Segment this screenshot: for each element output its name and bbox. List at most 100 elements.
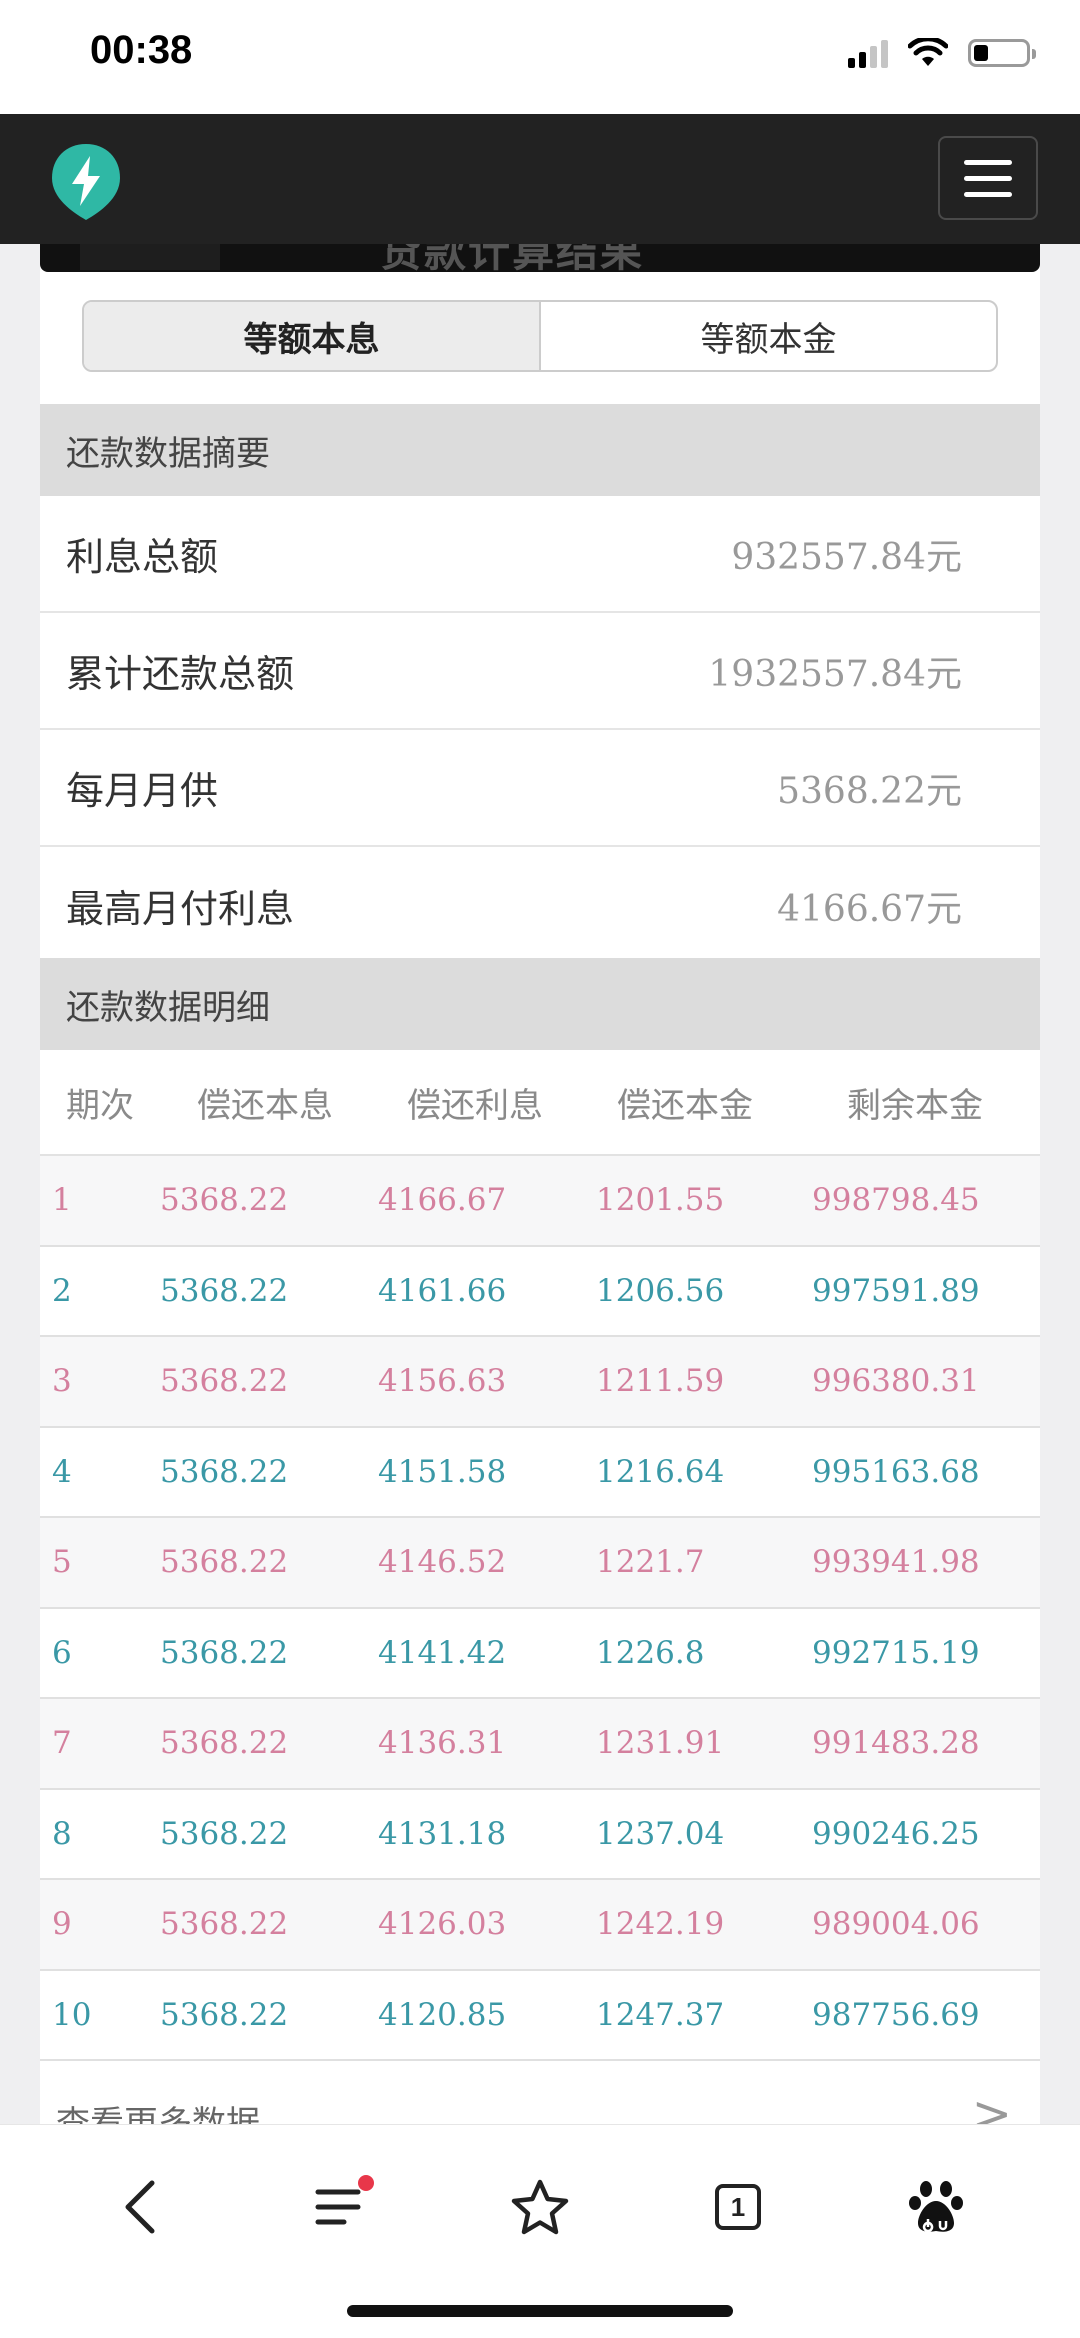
summary-value: 4166.67元 — [777, 888, 962, 930]
cell-principal: 1211.59 — [596, 1363, 725, 1400]
battery-icon — [968, 39, 1036, 67]
cell-payment: 5368.22 — [160, 1725, 289, 1762]
cell-principal: 1221.7 — [596, 1544, 705, 1581]
table-row: 9 5368.22 4126.03 1242.19 989004.06 — [40, 1880, 1040, 1971]
table-row: 4 5368.22 4151.58 1216.64 995163.68 — [40, 1427, 1040, 1518]
cell-period: 10 — [52, 1996, 92, 2033]
table-row: 8 5368.22 4131.18 1237.04 990246.25 — [40, 1789, 1040, 1880]
lightning-logo-icon[interactable] — [50, 142, 122, 222]
cell-payment: 5368.22 — [160, 1272, 289, 1309]
column-header-remaining: 剩余本金 — [847, 1085, 983, 1126]
summary-label: 每月月供 — [66, 769, 219, 813]
menu-list-button[interactable] — [302, 2167, 382, 2247]
cell-interest: 4156.63 — [378, 1363, 507, 1400]
cell-period: 8 — [52, 1815, 72, 1852]
cell-period: 3 — [52, 1363, 72, 1400]
tabs-icon: 1 — [715, 2184, 761, 2230]
cell-period: 4 — [52, 1453, 72, 1490]
notification-dot — [358, 2175, 374, 2191]
cell-remaining: 995163.68 — [812, 1453, 980, 1490]
cell-payment: 5368.22 — [160, 1363, 289, 1400]
hamburger-menu-button[interactable] — [938, 136, 1038, 220]
cell-payment: 5368.22 — [160, 1634, 289, 1671]
cell-principal: 1216.64 — [596, 1453, 725, 1490]
tab-equal-principal[interactable]: 等额本金 — [541, 302, 996, 370]
result-card: 贷款计算结果 等额本息 等额本金 还款数据摘要 利息总额 932557.84元 … — [40, 244, 1040, 2124]
cell-interest: 4120.85 — [378, 1996, 507, 2033]
status-time: 00:38 — [90, 28, 193, 72]
detail-header: 还款数据明细 — [40, 958, 1040, 1050]
status-icons — [848, 38, 1036, 68]
menu-line — [964, 175, 1012, 181]
summary-row-max-interest: 最高月付利息 4166.67元 — [40, 847, 1040, 964]
cell-principal: 1226.8 — [596, 1634, 705, 1671]
cell-remaining: 997591.89 — [812, 1272, 980, 1309]
back-button[interactable] — [100, 2167, 180, 2247]
view-more-label: 查看更多数据 — [56, 2104, 260, 2124]
cell-payment: 5368.22 — [160, 1906, 289, 1943]
cell-remaining: 989004.06 — [812, 1906, 980, 1943]
cell-payment: 5368.22 — [160, 1996, 289, 2033]
table-row: 3 5368.22 4156.63 1211.59 996380.31 — [40, 1337, 1040, 1428]
wifi-icon — [908, 38, 948, 66]
cell-remaining: 987756.69 — [812, 1996, 980, 2033]
top-navbar — [0, 114, 1080, 244]
column-header-payment: 偿还本息 — [197, 1085, 333, 1126]
menu-line — [964, 191, 1012, 197]
summary-row-monthly-payment: 每月月供 5368.22元 — [40, 730, 1040, 847]
cell-interest: 4161.66 — [378, 1272, 507, 1309]
cell-payment: 5368.22 — [160, 1182, 289, 1219]
cell-remaining: 992715.19 — [812, 1634, 980, 1671]
cell-principal: 1242.19 — [596, 1906, 725, 1943]
star-icon — [511, 2179, 569, 2235]
bookmark-button[interactable] — [500, 2167, 580, 2247]
summary-value: 5368.22元 — [777, 770, 962, 812]
cell-period: 2 — [52, 1272, 72, 1309]
table-row: 6 5368.22 4141.42 1226.8 992715.19 — [40, 1608, 1040, 1699]
cell-remaining: 990246.25 — [812, 1815, 980, 1852]
chevron-right-icon: > — [971, 2086, 1012, 2124]
cell-period: 5 — [52, 1544, 72, 1581]
cell-period: 1 — [52, 1182, 72, 1219]
summary-label: 累计还款总额 — [66, 652, 295, 696]
cell-principal: 1201.55 — [596, 1182, 725, 1219]
detail-table-body: 1 5368.22 4166.67 1201.55 998798.45 2 5368.22 4… — [40, 1156, 1040, 2061]
cell-interest: 4136.31 — [378, 1725, 507, 1762]
cell-principal: 1247.37 — [596, 1996, 725, 2033]
cell-period: 7 — [52, 1725, 72, 1762]
tabs-button[interactable]: 1 — [698, 2167, 778, 2247]
baidu-button[interactable] — [896, 2167, 976, 2247]
cell-remaining: 996380.31 — [812, 1363, 980, 1400]
cell-interest: 4166.67 — [378, 1182, 507, 1219]
cell-payment: 5368.22 — [160, 1815, 289, 1852]
summary-header: 还款数据摘要 — [40, 404, 1040, 496]
table-row: 1 5368.22 4166.67 1201.55 998798.45 — [40, 1156, 1040, 1247]
cell-interest: 4151.58 — [378, 1453, 507, 1490]
cell-interest: 4141.42 — [378, 1634, 507, 1671]
cell-remaining: 998798.45 — [812, 1182, 980, 1219]
cell-payment: 5368.22 — [160, 1544, 289, 1581]
table-row: 5 5368.22 4146.52 1221.7 993941.98 — [40, 1518, 1040, 1609]
baidu-paw-icon — [909, 2181, 963, 2233]
scrolled-page-title: 贷款计算结果 — [380, 244, 645, 276]
table-row: 7 5368.22 4136.31 1231.91 991483.28 — [40, 1699, 1040, 1790]
cell-period: 6 — [52, 1634, 72, 1671]
home-indicator — [347, 2305, 733, 2317]
cellular-signal-icon — [848, 38, 888, 68]
summary-label: 利息总额 — [66, 535, 219, 579]
repayment-method-switch: 等额本息 等额本金 — [82, 300, 998, 372]
tab-equal-installment[interactable]: 等额本息 — [84, 302, 541, 370]
cell-principal: 1237.04 — [596, 1815, 725, 1852]
cell-interest: 4126.03 — [378, 1906, 507, 1943]
status-bar: 00:38 — [0, 0, 1080, 114]
cell-principal: 1231.91 — [596, 1725, 725, 1762]
cell-period: 9 — [52, 1906, 72, 1943]
scrolled-title-inner — [80, 244, 220, 270]
cell-remaining: 993941.98 — [812, 1544, 980, 1581]
back-icon — [125, 2180, 155, 2234]
cell-interest: 4131.18 — [378, 1815, 507, 1852]
view-more-link[interactable]: 查看更多数据 > — [40, 2078, 1040, 2124]
column-header-interest: 偿还利息 — [407, 1085, 543, 1126]
summary-row-total-interest: 利息总额 932557.84元 — [40, 496, 1040, 613]
cell-principal: 1206.56 — [596, 1272, 725, 1309]
